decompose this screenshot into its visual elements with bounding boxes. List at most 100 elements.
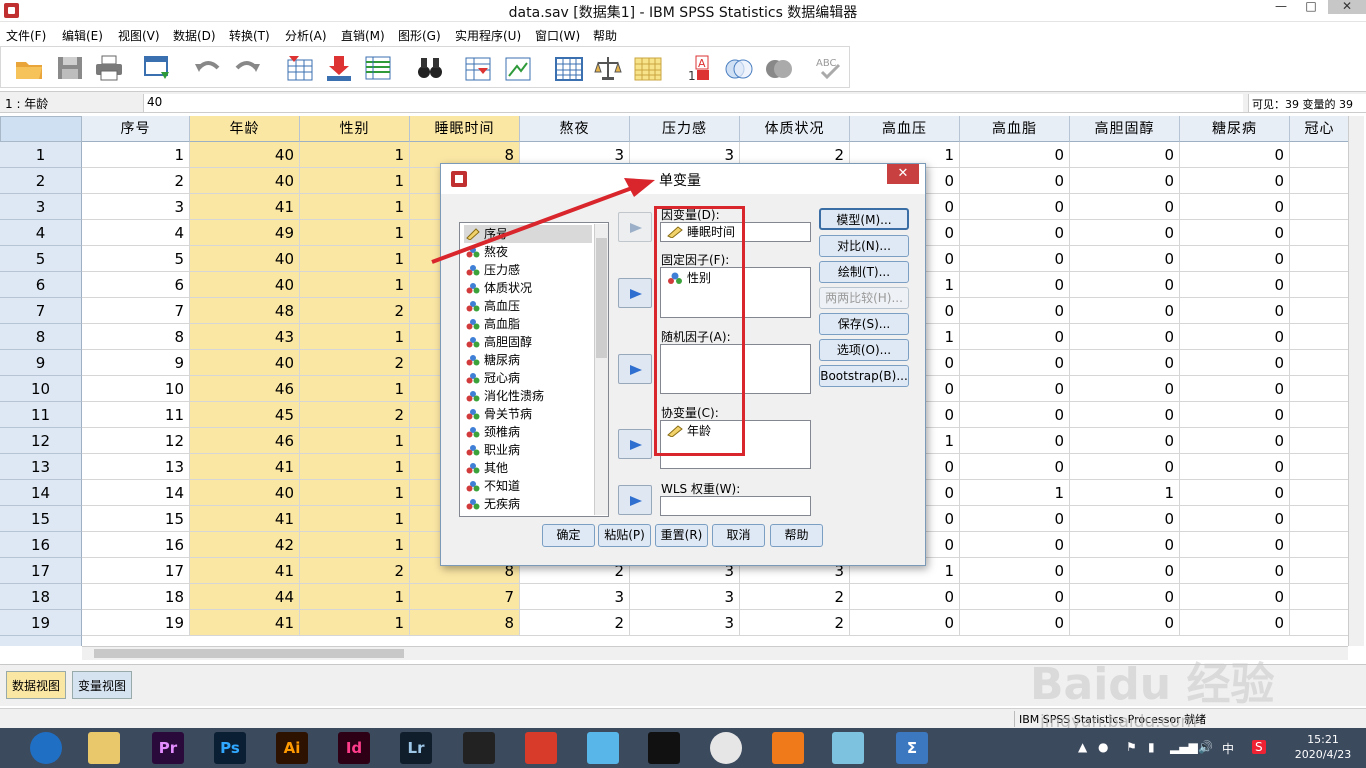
data-cell[interactable]: 41: [190, 506, 300, 532]
find-binoculars-icon[interactable]: [415, 54, 445, 82]
column-header-8[interactable]: 高血脂: [960, 116, 1070, 142]
ok-button[interactable]: 确定: [542, 524, 595, 547]
data-cell[interactable]: 0: [1180, 506, 1290, 532]
spell-check-icon[interactable]: ABC: [814, 54, 844, 82]
ime-icon[interactable]: S: [1252, 740, 1266, 754]
data-cell[interactable]: 40: [190, 142, 300, 168]
data-cell[interactable]: 1: [300, 428, 410, 454]
data-cell[interactable]: [1290, 194, 1350, 220]
qq-tray-icon[interactable]: ●: [1098, 740, 1108, 754]
undo-icon[interactable]: [193, 54, 223, 82]
data-cell[interactable]: 0: [1070, 194, 1180, 220]
move-to-covariate-button[interactable]: [618, 429, 652, 459]
row-header[interactable]: 9: [0, 350, 82, 376]
data-cell[interactable]: 0: [960, 142, 1070, 168]
data-cell[interactable]: 45: [190, 402, 300, 428]
data-cell[interactable]: [1290, 246, 1350, 272]
data-cell[interactable]: 0: [960, 194, 1070, 220]
wls-weight-field[interactable]: [660, 496, 811, 516]
data-cell[interactable]: 16: [82, 532, 190, 558]
row-header[interactable]: 11: [0, 402, 82, 428]
data-cell[interactable]: 0: [960, 428, 1070, 454]
insert-cases-icon[interactable]: [463, 54, 493, 82]
pinwheel-app-icon[interactable]: [525, 732, 557, 764]
data-cell[interactable]: 1: [960, 480, 1070, 506]
plots-button[interactable]: 绘制(T)...: [819, 261, 909, 283]
data-cell[interactable]: 2: [740, 584, 850, 610]
data-cell[interactable]: 3: [82, 194, 190, 220]
column-header-2[interactable]: 性别: [300, 116, 410, 142]
dialog-close-button[interactable]: ✕: [887, 164, 919, 184]
move-to-wls-weight-button[interactable]: [618, 485, 652, 515]
data-cell[interactable]: 8: [82, 324, 190, 350]
save-icon[interactable]: [55, 54, 85, 82]
data-cell[interactable]: 1: [1070, 480, 1180, 506]
data-cell[interactable]: [1290, 558, 1350, 584]
variable-list-item[interactable]: 颈椎病: [464, 423, 592, 441]
tray-expand-icon[interactable]: ▲: [1078, 740, 1087, 754]
data-cell[interactable]: 43: [190, 324, 300, 350]
row-header[interactable]: 16: [0, 532, 82, 558]
data-cell[interactable]: 2: [740, 610, 850, 636]
data-cell[interactable]: 40: [190, 350, 300, 376]
column-header-1[interactable]: 年龄: [190, 116, 300, 142]
data-cell[interactable]: 0: [960, 246, 1070, 272]
data-cell[interactable]: 0: [960, 324, 1070, 350]
data-cell[interactable]: 7: [410, 584, 520, 610]
browser-icon[interactable]: [30, 732, 62, 764]
row-header[interactable]: 14: [0, 480, 82, 506]
data-cell[interactable]: 0: [850, 610, 960, 636]
column-header-0[interactable]: 序号: [82, 116, 190, 142]
column-header-10[interactable]: 糖尿病: [1180, 116, 1290, 142]
data-cell[interactable]: 0: [1070, 506, 1180, 532]
row-header[interactable]: 5: [0, 246, 82, 272]
data-cell[interactable]: 0: [960, 402, 1070, 428]
data-cell[interactable]: 0: [960, 220, 1070, 246]
goto-variable-icon[interactable]: [324, 54, 354, 82]
data-cell[interactable]: [1290, 402, 1350, 428]
data-cell[interactable]: 0: [960, 350, 1070, 376]
move-to-fixed-factor-button[interactable]: [618, 278, 652, 308]
data-cell[interactable]: 10: [82, 376, 190, 402]
data-cell[interactable]: 1: [300, 376, 410, 402]
lightroom-icon[interactable]: Lr: [400, 732, 432, 764]
menu-graphs[interactable]: 图形(G): [398, 27, 441, 44]
data-cell[interactable]: 0: [1070, 142, 1180, 168]
data-cell[interactable]: 0: [1180, 376, 1290, 402]
model-button[interactable]: 模型(M)...: [819, 208, 909, 230]
data-cell[interactable]: [1290, 532, 1350, 558]
data-cell[interactable]: 0: [960, 532, 1070, 558]
variable-list-item[interactable]: 骨关节病: [464, 405, 592, 423]
reset-button[interactable]: 重置(R): [655, 524, 708, 547]
menu-utilities[interactable]: 实用程序(U): [455, 27, 521, 44]
data-cell[interactable]: 2: [300, 350, 410, 376]
menu-data[interactable]: 数据(D): [173, 27, 216, 44]
post-hoc-button[interactable]: 两两比较(H)...: [819, 287, 909, 309]
data-cell[interactable]: 1: [300, 532, 410, 558]
print-icon[interactable]: [94, 54, 124, 82]
data-cell[interactable]: [1290, 168, 1350, 194]
data-cell[interactable]: 46: [190, 428, 300, 454]
row-header[interactable]: 3: [0, 194, 82, 220]
variable-list-item[interactable]: 无疾病: [464, 495, 592, 513]
data-cell[interactable]: 1: [300, 506, 410, 532]
dialog-recall-icon[interactable]: [143, 54, 173, 82]
data-cell[interactable]: 0: [1180, 324, 1290, 350]
data-cell[interactable]: 0: [1070, 558, 1180, 584]
column-header-4[interactable]: 熬夜: [520, 116, 630, 142]
data-cell[interactable]: 0: [1070, 168, 1180, 194]
show-all-variables-icon[interactable]: [764, 54, 794, 82]
close-button[interactable]: ✕: [1328, 0, 1366, 14]
row-header[interactable]: 13: [0, 454, 82, 480]
select-cases-icon[interactable]: [633, 54, 663, 82]
data-cell[interactable]: 8: [410, 610, 520, 636]
system-clock[interactable]: 15:21 2020/4/23: [1293, 732, 1353, 762]
data-cell[interactable]: 0: [1070, 454, 1180, 480]
menu-transform[interactable]: 转换(T): [229, 27, 270, 44]
data-cell[interactable]: 0: [1180, 480, 1290, 506]
data-cell[interactable]: [1290, 220, 1350, 246]
variable-list-item[interactable]: 体质状况: [464, 279, 592, 297]
data-cell[interactable]: 1: [300, 324, 410, 350]
data-cell[interactable]: 7: [82, 298, 190, 324]
data-cell[interactable]: 15: [82, 506, 190, 532]
